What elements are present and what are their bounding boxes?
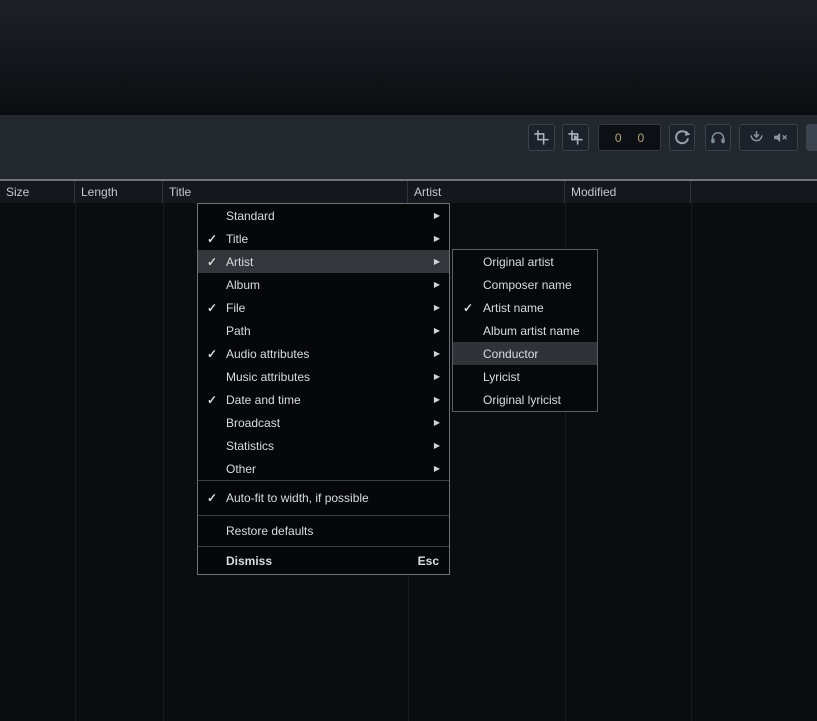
headphones-icon — [709, 129, 727, 147]
submenu-arrow-icon: ▶ — [434, 326, 440, 335]
menu-shortcut-label: Esc — [418, 554, 439, 568]
mute-icon — [772, 129, 789, 146]
menu-item-dismiss[interactable]: ✓ Dismiss Esc — [198, 547, 449, 574]
counter-right-value: 0 — [637, 131, 644, 145]
menu-item-label: Dismiss — [226, 554, 418, 568]
menu-item-path[interactable]: ✓ Path ▶ — [198, 319, 449, 342]
counter-left-value: 0 — [615, 131, 622, 145]
check-icon: ✓ — [453, 301, 483, 315]
menu-item-other[interactable]: ✓ Other ▶ — [198, 457, 449, 480]
menu-item-album[interactable]: ✓ Album ▶ — [198, 273, 449, 296]
counter-box[interactable]: 0 0 — [598, 124, 661, 151]
menu-item-date-and-time[interactable]: ✓ Date and time ▶ — [198, 388, 449, 411]
artist-submenu: ✓ Original artist ✓ Composer name ✓ Arti… — [452, 249, 598, 412]
submenu-arrow-icon: ▶ — [434, 280, 440, 289]
check-icon: ✓ — [198, 301, 226, 315]
column-gridline — [691, 203, 692, 721]
column-gridline — [163, 203, 164, 721]
submenu-arrow-icon: ▶ — [434, 257, 440, 266]
player-display-area — [0, 0, 817, 115]
submenu-arrow-icon: ▶ — [434, 349, 440, 358]
menu-item-label: Audio attributes — [226, 347, 434, 361]
column-header-artist[interactable]: Artist — [408, 181, 565, 203]
submenu-arrow-icon: ▶ — [434, 418, 440, 427]
mute-button[interactable] — [772, 129, 789, 146]
menu-item-autofit[interactable]: ✓ Auto-fit to width, if possible — [198, 481, 449, 515]
submenu-item-album-artist-name[interactable]: ✓ Album artist name — [453, 319, 597, 342]
output-button-group — [739, 124, 798, 151]
submenu-arrow-icon: ▶ — [434, 464, 440, 473]
menu-item-broadcast[interactable]: ✓ Broadcast ▶ — [198, 411, 449, 434]
menu-item-label: Broadcast — [226, 416, 434, 430]
submenu-arrow-icon: ▶ — [434, 234, 440, 243]
edge-partial-control[interactable] — [806, 124, 817, 151]
submenu-item-label: Original artist — [483, 255, 597, 269]
column-header-title[interactable]: Title — [163, 181, 408, 203]
menu-item-statistics[interactable]: ✓ Statistics ▶ — [198, 434, 449, 457]
menu-item-title[interactable]: ✓ Title ▶ — [198, 227, 449, 250]
check-icon: ✓ — [198, 347, 226, 361]
menu-item-label: Restore defaults — [226, 524, 449, 538]
refresh-button[interactable] — [669, 124, 695, 151]
menu-item-label: Title — [226, 232, 434, 246]
download-button[interactable] — [748, 129, 765, 146]
check-icon: ✓ — [198, 491, 226, 505]
menu-item-label: Statistics — [226, 439, 434, 453]
submenu-item-composer-name[interactable]: ✓ Composer name — [453, 273, 597, 296]
refresh-icon — [673, 129, 691, 147]
check-icon: ✓ — [198, 232, 226, 246]
app-window: 0 0 — [0, 0, 817, 721]
menu-item-label: Date and time — [226, 393, 434, 407]
menu-item-label: Path — [226, 324, 434, 338]
crop-icon — [533, 129, 550, 146]
menu-item-label: Album — [226, 278, 434, 292]
submenu-arrow-icon: ▶ — [434, 372, 440, 381]
headphones-button[interactable] — [705, 124, 731, 151]
column-header-size[interactable]: Size — [0, 181, 75, 203]
menu-item-label: Other — [226, 462, 434, 476]
submenu-item-original-artist[interactable]: ✓ Original artist — [453, 250, 597, 273]
submenu-item-label: Lyricist — [483, 370, 597, 384]
column-gridline — [75, 203, 76, 721]
toolbar: 0 0 — [0, 115, 817, 179]
menu-item-restore-defaults[interactable]: ✓ Restore defaults — [198, 516, 449, 546]
download-icon — [748, 129, 765, 146]
menu-item-label: Artist — [226, 255, 434, 269]
column-header-modified[interactable]: Modified — [565, 181, 691, 203]
column-header-filler — [691, 181, 817, 203]
submenu-item-label: Composer name — [483, 278, 597, 292]
menu-item-file[interactable]: ✓ File ▶ — [198, 296, 449, 319]
submenu-item-lyricist[interactable]: ✓ Lyricist — [453, 365, 597, 388]
crop-button[interactable] — [528, 124, 555, 151]
column-header-length[interactable]: Length — [75, 181, 163, 203]
submenu-item-conductor[interactable]: ✓ Conductor — [453, 342, 597, 365]
menu-item-audio-attributes[interactable]: ✓ Audio attributes ▶ — [198, 342, 449, 365]
submenu-item-artist-name[interactable]: ✓ Artist name — [453, 296, 597, 319]
submenu-item-original-lyricist[interactable]: ✓ Original lyricist — [453, 388, 597, 411]
submenu-arrow-icon: ▶ — [434, 395, 440, 404]
check-icon: ✓ — [198, 393, 226, 407]
submenu-item-label: Original lyricist — [483, 393, 597, 407]
submenu-arrow-icon: ▶ — [434, 303, 440, 312]
menu-item-label: Standard — [226, 209, 434, 223]
submenu-item-label: Artist name — [483, 301, 597, 315]
crop-play-icon — [567, 129, 584, 146]
submenu-item-label: Album artist name — [483, 324, 597, 338]
columns-context-menu: ✓ Standard ▶ ✓ Title ▶ ✓ Artist ▶ ✓ Albu… — [197, 203, 450, 575]
submenu-arrow-icon: ▶ — [434, 211, 440, 220]
crop-play-button[interactable] — [562, 124, 589, 151]
table-header: Size Length Title Artist Modified — [0, 181, 817, 203]
menu-item-artist[interactable]: ✓ Artist ▶ — [198, 250, 449, 273]
menu-item-label: Music attributes — [226, 370, 434, 384]
menu-item-label: File — [226, 301, 434, 315]
check-icon: ✓ — [198, 255, 226, 269]
menu-item-standard[interactable]: ✓ Standard ▶ — [198, 204, 449, 227]
menu-item-music-attributes[interactable]: ✓ Music attributes ▶ — [198, 365, 449, 388]
menu-item-label: Auto-fit to width, if possible — [226, 491, 449, 505]
submenu-arrow-icon: ▶ — [434, 441, 440, 450]
submenu-item-label: Conductor — [483, 347, 597, 361]
